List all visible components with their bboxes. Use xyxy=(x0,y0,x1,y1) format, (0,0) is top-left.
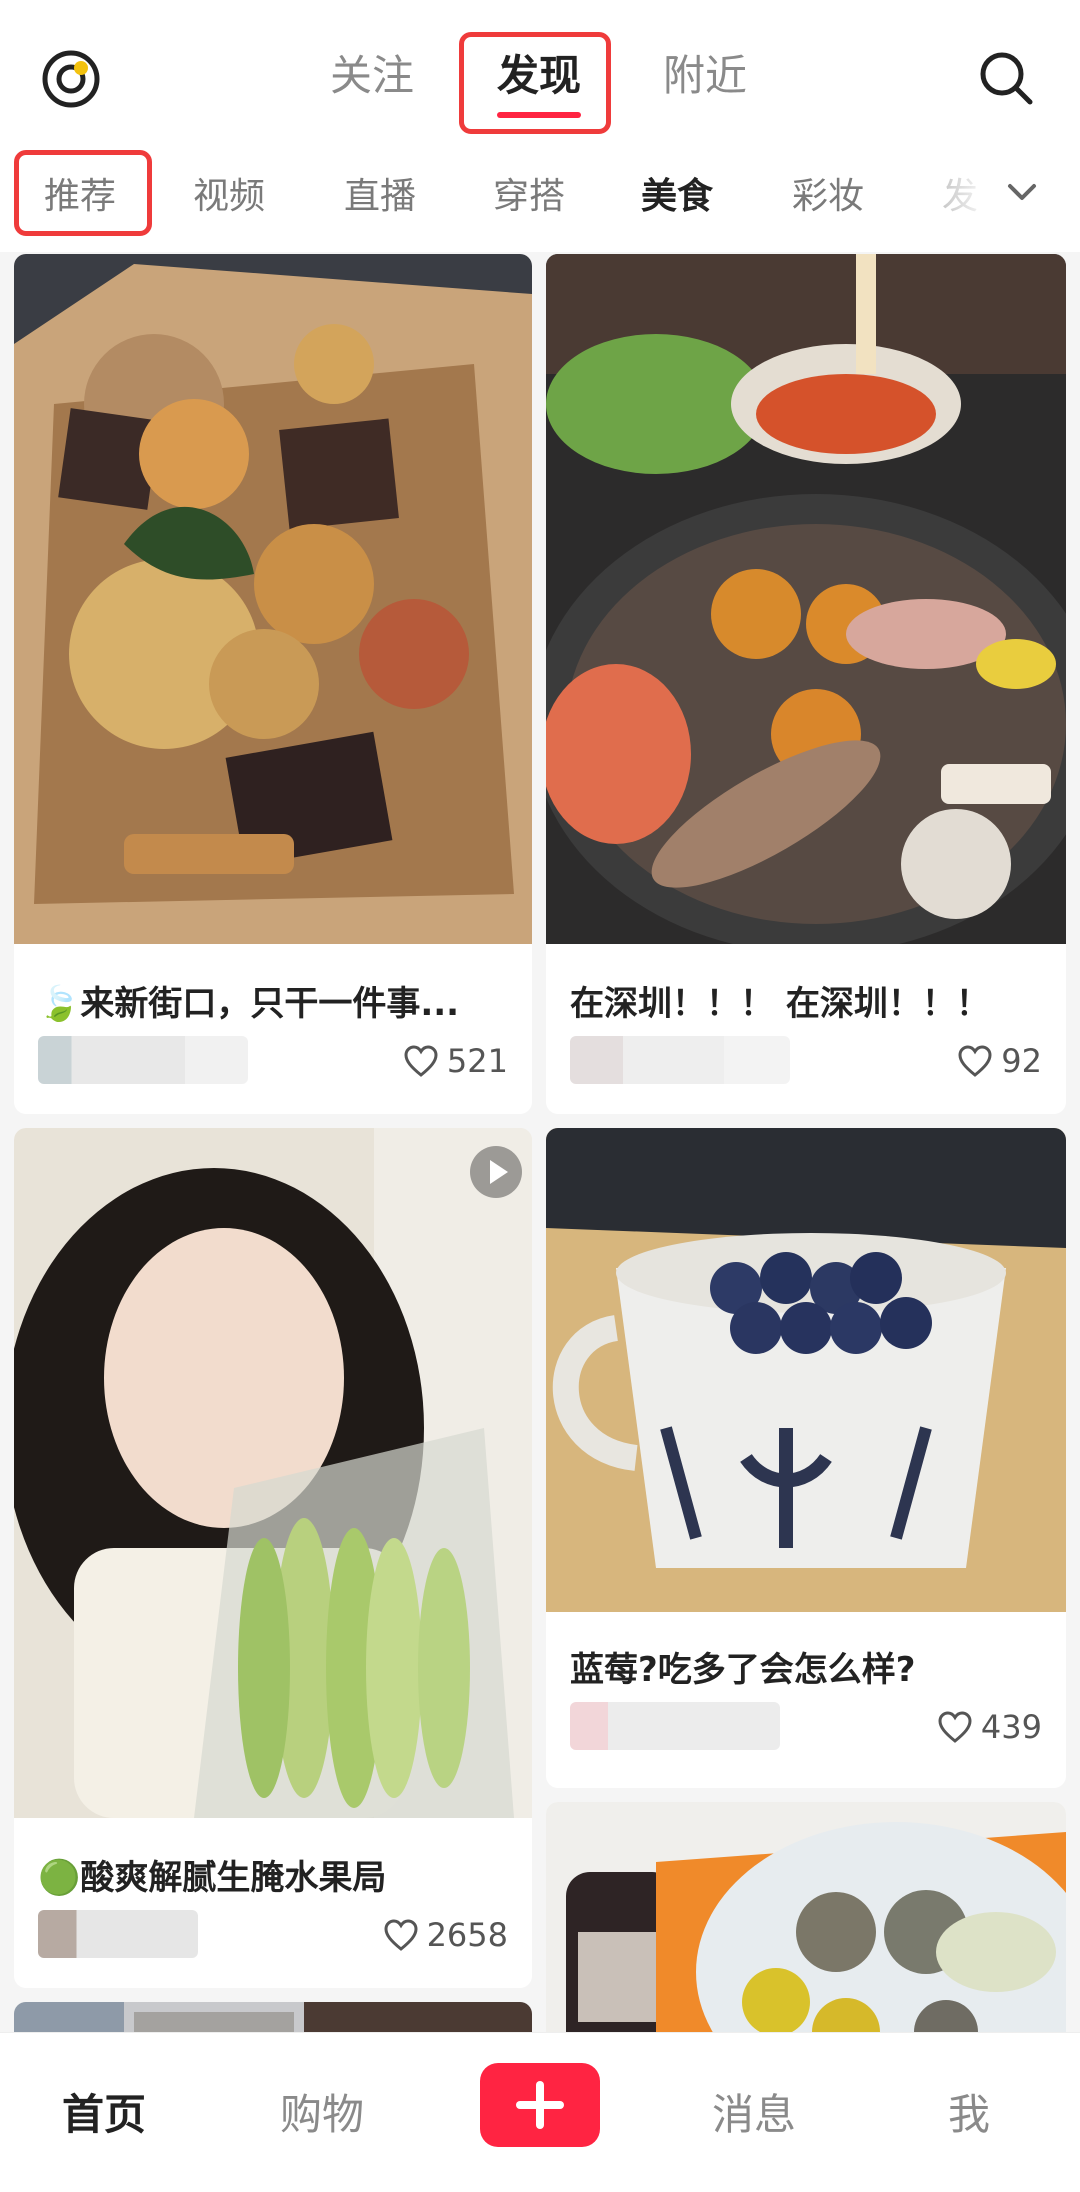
like-count-value: 92 xyxy=(1001,1042,1042,1080)
search-icon[interactable] xyxy=(976,48,1036,108)
author-avatar-blurred[interactable] xyxy=(38,1036,248,1084)
like-count[interactable]: 521 xyxy=(403,1042,508,1080)
category-video[interactable]: 视频 xyxy=(193,172,265,222)
like-count[interactable]: 439 xyxy=(937,1708,1042,1746)
play-icon xyxy=(470,1146,522,1198)
category-live[interactable]: 直播 xyxy=(344,172,416,222)
like-count[interactable]: 2658 xyxy=(383,1916,508,1954)
nav-shopping[interactable]: 购物 xyxy=(280,2081,364,2142)
feed-card[interactable]: 🍃来新街口，只干一件事... 521 xyxy=(14,254,532,1114)
highlight-box-recommend xyxy=(14,150,152,236)
nav-messages[interactable]: 消息 xyxy=(712,2081,796,2142)
tab-follow[interactable]: 关注 xyxy=(330,48,414,104)
heart-outline-icon xyxy=(958,1045,992,1077)
category-bar: 推荐 视频 直播 穿搭 美食 彩妆 发 xyxy=(0,140,1080,252)
blueberries-image xyxy=(546,1128,1066,1612)
like-count-value: 521 xyxy=(446,1042,508,1080)
card-title: 在深圳！！！ 在深圳！！！ xyxy=(570,984,990,1024)
author-avatar-blurred[interactable] xyxy=(38,1910,198,1958)
category-outfit[interactable]: 穿搭 xyxy=(493,172,565,222)
top-bar: 关注 发现 附近 xyxy=(0,0,1080,140)
feed-card[interactable] xyxy=(546,1802,1066,2032)
bottom-nav: 首页 购物 消息 我 xyxy=(0,2032,1080,2192)
tab-nearby[interactable]: 附近 xyxy=(663,48,747,104)
card-title: 🟢酸爽解腻生腌水果局 xyxy=(38,1858,387,1898)
heart-outline-icon xyxy=(938,1711,972,1743)
record-logo-icon[interactable] xyxy=(40,48,102,110)
app-root: 关注 发现 附近 推荐 视频 直播 穿搭 美食 彩妆 发 xyxy=(0,0,1080,2192)
heart-outline-icon xyxy=(404,1045,438,1077)
food-box-image xyxy=(14,254,532,944)
plus-icon[interactable] xyxy=(480,2063,600,2147)
author-avatar-blurred[interactable] xyxy=(570,1702,780,1750)
feed-card[interactable]: 🟢酸爽解腻生腌水果局 2658 xyxy=(14,1128,532,1988)
nav-home[interactable]: 首页 xyxy=(62,2081,146,2142)
author-avatar-blurred[interactable] xyxy=(570,1036,790,1084)
food-bowl-image xyxy=(546,1802,1066,2032)
category-food[interactable]: 美食 xyxy=(641,172,713,222)
like-count-value: 439 xyxy=(980,1708,1042,1746)
nav-me[interactable]: 我 xyxy=(948,2081,990,2142)
korean-bbq-image xyxy=(546,254,1066,944)
feed: 🍃来新街口，只干一件事... 521 在深圳！！！ 在深圳！！！ 92 🟢酸爽解… xyxy=(0,252,1080,2032)
highlight-box-discover xyxy=(459,32,611,134)
girl-with-fruit-image xyxy=(14,1128,532,1818)
feed-card[interactable]: 蓝莓?吃多了会怎么样? 439 xyxy=(546,1128,1066,1788)
card-title: 蓝莓?吃多了会怎么样? xyxy=(570,1650,916,1690)
feed-card[interactable] xyxy=(14,2002,532,2032)
category-makeup[interactable]: 彩妆 xyxy=(792,172,864,222)
chevron-down-icon[interactable] xyxy=(1002,172,1042,212)
heart-outline-icon xyxy=(384,1919,418,1951)
card-title: 🍃来新街口，只干一件事... xyxy=(38,984,460,1024)
like-count-value: 2658 xyxy=(426,1916,508,1954)
feed-card[interactable]: 在深圳！！！ 在深圳！！！ 92 xyxy=(546,254,1066,1114)
street-image xyxy=(14,2002,532,2032)
like-count[interactable]: 92 xyxy=(957,1042,1042,1080)
